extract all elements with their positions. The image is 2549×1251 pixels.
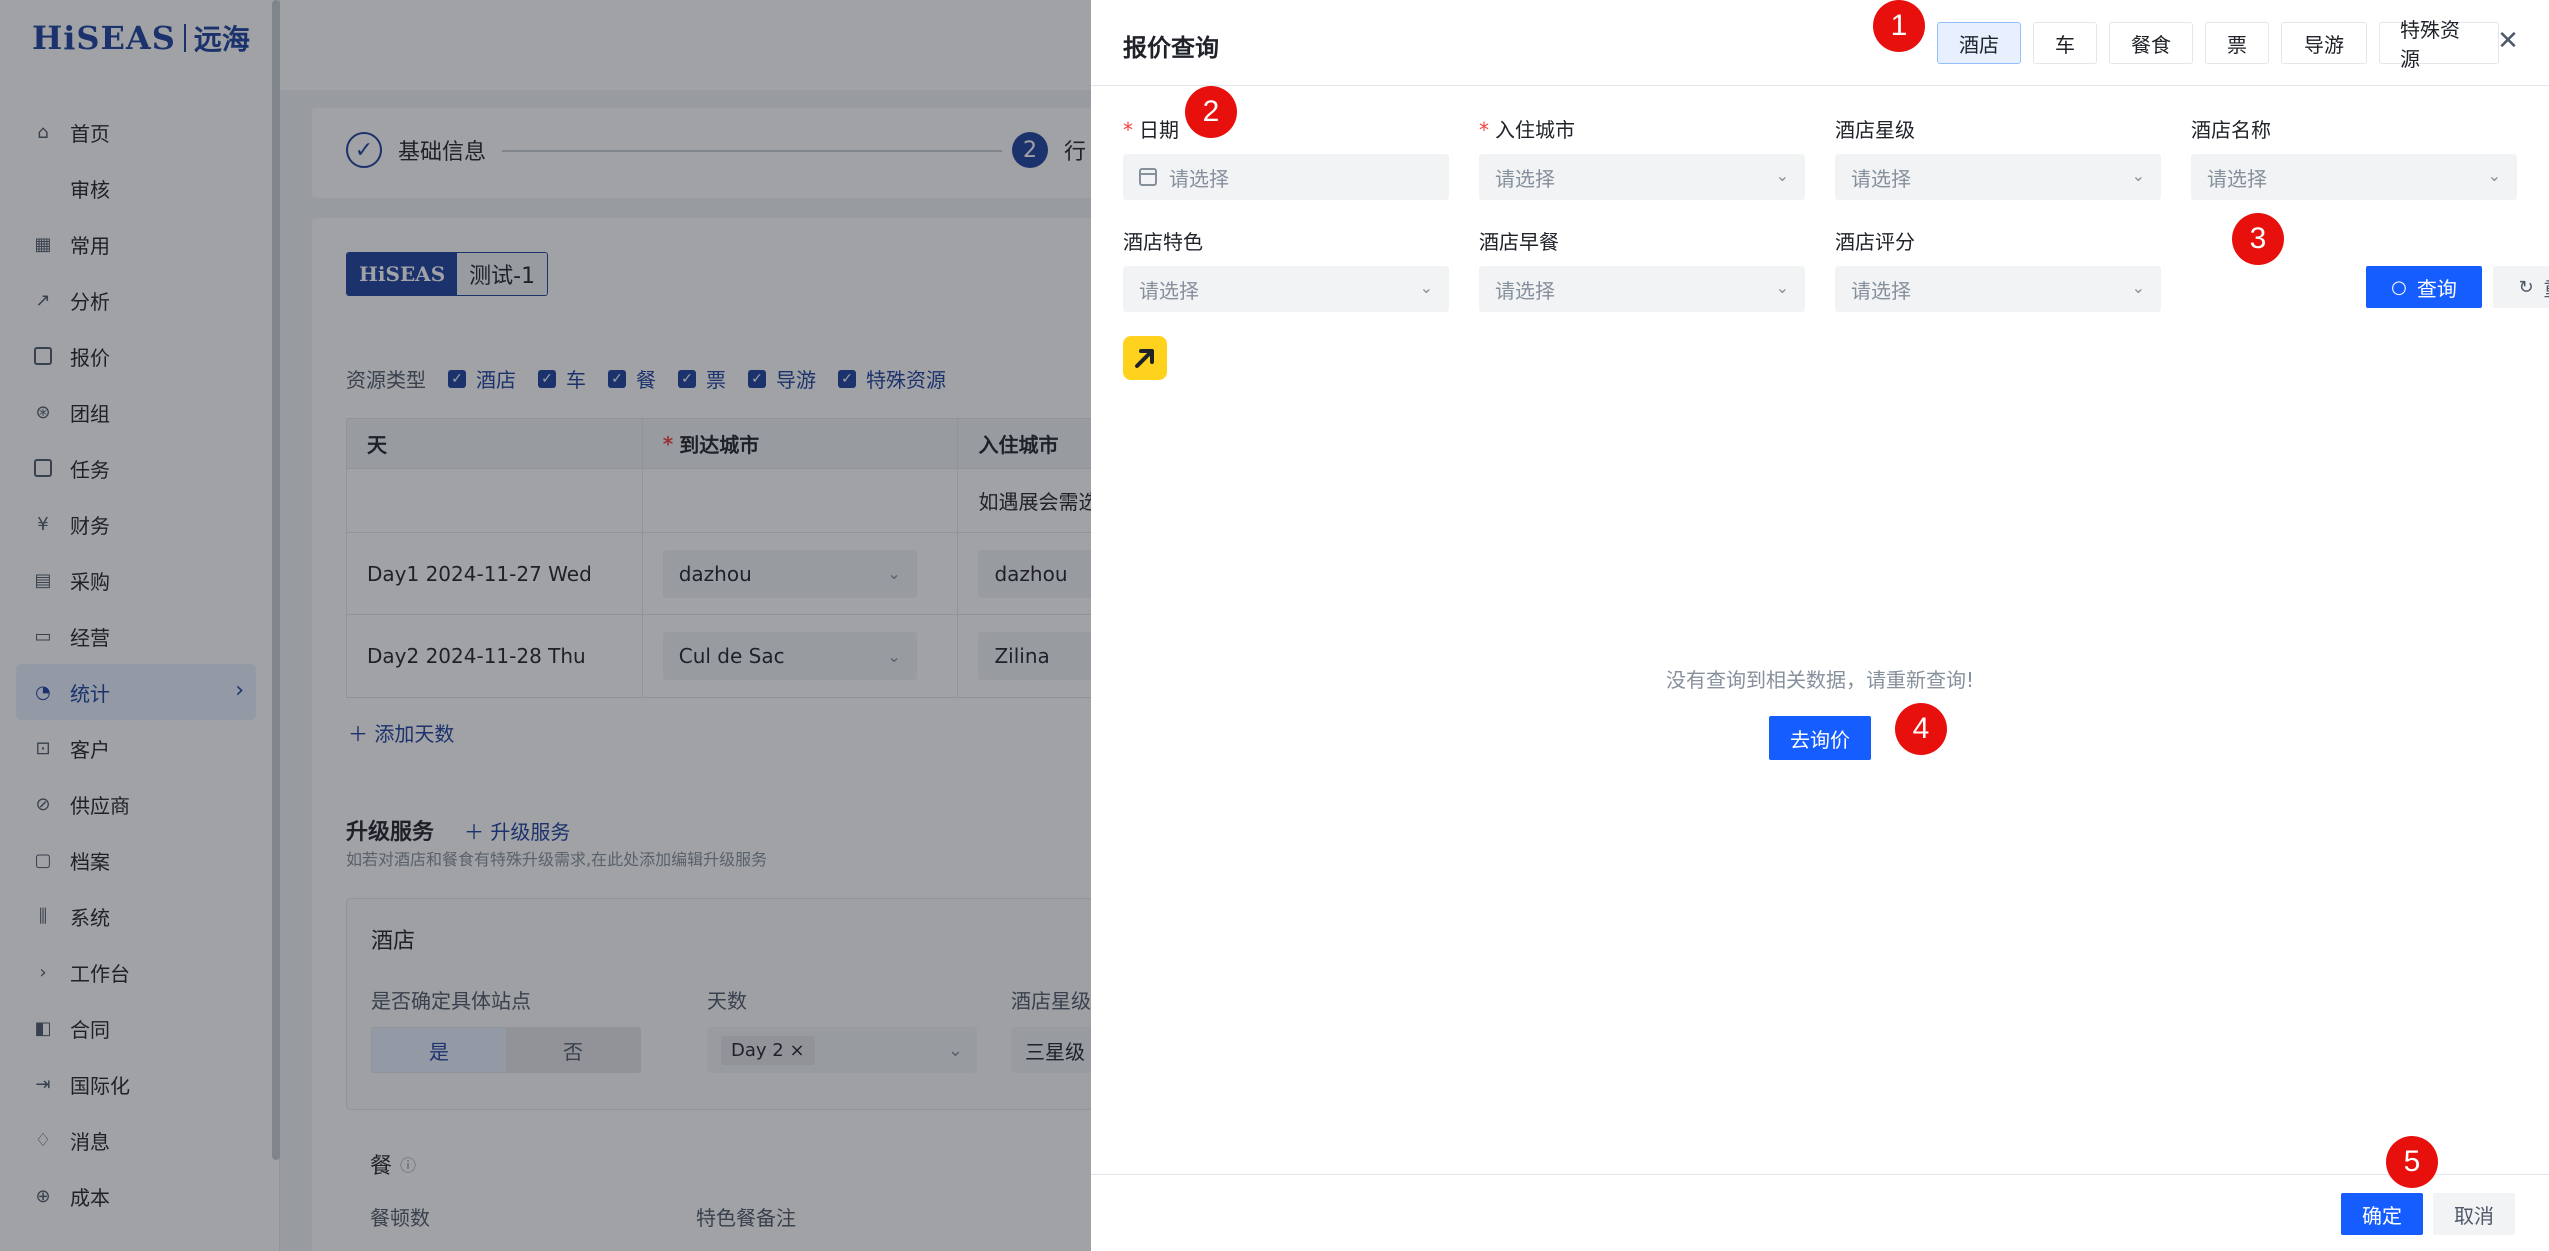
breakfast-label: 酒店早餐 (1479, 230, 1559, 254)
chevron-down-icon: ⌄ (2131, 278, 2145, 297)
tab-guide[interactable]: 导游 (2281, 22, 2367, 64)
date-label: * 日期 (1123, 118, 1179, 142)
chevron-down-icon: ⌄ (2131, 166, 2145, 185)
empty-state-text: 没有查询到相关数据，请重新查询! (1665, 668, 1975, 692)
rating-label: 酒店评分 (1835, 230, 1915, 254)
close-icon[interactable]: ✕ (2493, 26, 2523, 56)
arrow-up-right-icon (1135, 349, 1154, 368)
city-select[interactable]: 请选择 ⌄ (1479, 154, 1805, 200)
tab-ticket[interactable]: 票 (2205, 22, 2269, 64)
annotation-badge-1: 1 (1873, 0, 1925, 52)
refresh-icon: ↻ (2518, 276, 2534, 298)
annotation-badge-2: 2 (1185, 86, 1237, 138)
inquiry-button[interactable]: 去询价 (1769, 716, 1871, 760)
name-label: 酒店名称 (2191, 118, 2271, 142)
drawer-header: 报价查询 酒店 车 餐食 票 导游 特殊资源 ✕ (1091, 0, 2549, 86)
tab-meal[interactable]: 餐食 (2109, 22, 2193, 64)
annotation-badge-3: 3 (2232, 213, 2284, 265)
date-picker[interactable]: 请选择 (1123, 154, 1449, 200)
calendar-icon (1139, 168, 1157, 186)
annotation-badge-5: 5 (2386, 1136, 2438, 1188)
feature-label: 酒店特色 (1123, 230, 1203, 254)
name-select[interactable]: 请选择 ⌄ (2191, 154, 2517, 200)
reset-button[interactable]: ↻ 重置 (2493, 266, 2549, 308)
annotation-badge-4: 4 (1895, 703, 1947, 755)
tab-special[interactable]: 特殊资源 (2379, 18, 2499, 71)
drawer-footer: 确定 取消 (1091, 1174, 2549, 1251)
rating-select[interactable]: 请选择 ⌄ (1835, 266, 2161, 312)
extension-icon[interactable] (1123, 336, 1167, 380)
feature-select[interactable]: 请选择 ⌄ (1123, 266, 1449, 312)
chevron-down-icon: ⌄ (2487, 166, 2501, 185)
ok-button[interactable]: 确定 (2341, 1193, 2423, 1235)
city-label: * 入住城市 (1479, 118, 1575, 142)
tab-car[interactable]: 车 (2033, 22, 2097, 64)
star-label: 酒店星级 (1835, 118, 1915, 142)
star-select[interactable]: 请选择 ⌄ (1835, 154, 2161, 200)
resource-tabs: 酒店 车 餐食 票 导游 特殊资源 (1937, 18, 2499, 71)
chevron-down-icon: ⌄ (1419, 278, 1433, 297)
breakfast-select[interactable]: 请选择 ⌄ (1479, 266, 1805, 312)
chevron-down-icon: ⌄ (1775, 278, 1789, 297)
quote-query-drawer: 报价查询 酒店 车 餐食 票 导游 特殊资源 ✕ * 日期 * 入住城市 酒店星级 … (1091, 0, 2549, 1251)
search-icon: ○ (2391, 276, 2407, 298)
query-button[interactable]: ○ 查询 (2366, 266, 2482, 308)
drawer-title: 报价查询 (1123, 34, 1219, 62)
tab-hotel[interactable]: 酒店 (1937, 22, 2021, 64)
cancel-button[interactable]: 取消 (2433, 1193, 2515, 1235)
chevron-down-icon: ⌄ (1775, 166, 1789, 185)
